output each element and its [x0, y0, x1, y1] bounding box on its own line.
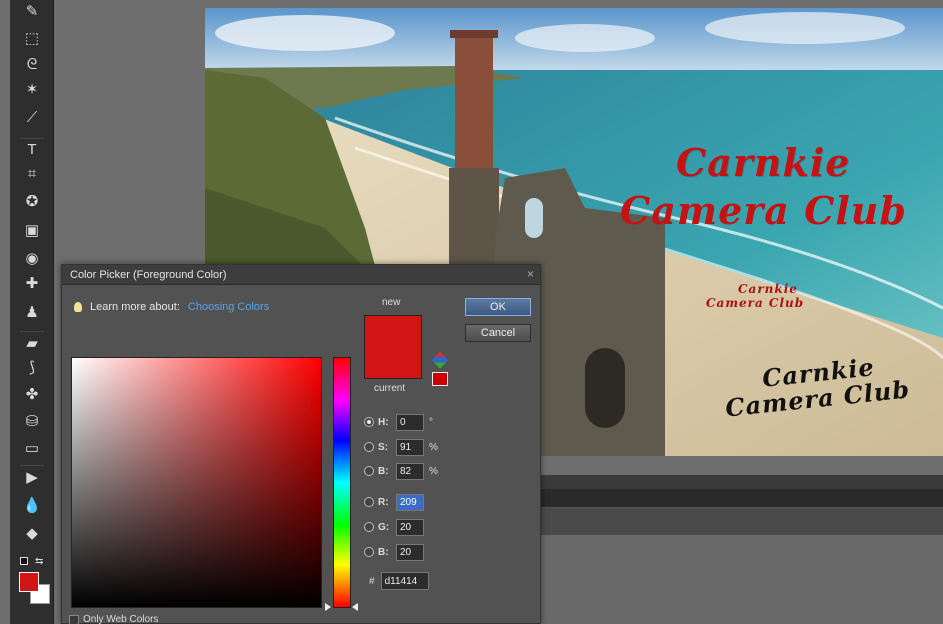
- swap-colors-icon[interactable]: ⇆: [35, 556, 43, 567]
- saturation-input[interactable]: 91: [396, 438, 424, 456]
- spot-healing-tool-icon[interactable]: ✚: [20, 272, 44, 294]
- lasso-tool-icon[interactable]: ᘓ: [20, 53, 44, 75]
- brightness-input[interactable]: 82: [396, 462, 424, 480]
- type-tool-icon[interactable]: T: [20, 138, 44, 160]
- saturation-unit: %: [429, 441, 438, 453]
- color-field-marker[interactable]: [299, 398, 310, 409]
- pencil-tool-icon[interactable]: ✎: [20, 0, 44, 22]
- blue-input[interactable]: 20: [396, 543, 424, 561]
- red-eye-tool-icon[interactable]: ◉: [20, 247, 44, 269]
- marquee-tool-icon[interactable]: ⬚: [20, 27, 44, 49]
- toolbox: ✎ ⬚ ᘓ ✶ ⟋ T ⌗ ✪ ▣ ◉ ✚ ♟ ▰ ⟆ ✤ ⛁ ▭ ▶ 💧 ◆ ⇆: [10, 0, 54, 624]
- recompose-tool-icon[interactable]: ▣: [20, 219, 44, 241]
- panel-bin-tabbar: [540, 489, 943, 507]
- saturation-brightness-field[interactable]: [71, 357, 322, 608]
- learn-more-label: Learn more about:: [90, 301, 180, 313]
- photoshop-elements-window: ✎ ⬚ ᘓ ✶ ⟋ T ⌗ ✪ ▣ ◉ ✚ ♟ ▰ ⟆ ✤ ⛁ ▭ ▶ 💧 ◆ ⇆: [0, 0, 943, 624]
- sponge-tool-icon[interactable]: ◆: [20, 522, 44, 544]
- panel-bin-content: [540, 507, 943, 535]
- eraser-tool-icon[interactable]: ▰: [20, 331, 44, 353]
- hue-slider[interactable]: [333, 357, 351, 608]
- gradient-tool-icon[interactable]: ▭: [20, 437, 44, 459]
- brightness-unit: %: [429, 465, 438, 477]
- clone-stamp-tool-icon[interactable]: ♟: [20, 301, 44, 323]
- brightness-label: B:: [378, 465, 389, 477]
- close-icon[interactable]: ×: [527, 267, 534, 281]
- green-label: G:: [378, 521, 390, 533]
- learn-more-row: Learn more about: Choosing Colors: [74, 301, 269, 313]
- green-row: G: 20: [364, 517, 424, 537]
- cancel-button[interactable]: Cancel: [465, 324, 531, 342]
- brightness-radio[interactable]: [364, 466, 374, 476]
- blur-tool-icon[interactable]: 💧: [20, 494, 44, 516]
- red-label: R:: [378, 496, 389, 508]
- hue-radio[interactable]: [364, 417, 374, 427]
- crop-tool-icon[interactable]: ⌗: [20, 162, 44, 184]
- hue-row: H: 0 °: [364, 412, 433, 432]
- hue-input[interactable]: 0: [396, 413, 424, 431]
- only-web-colors-checkbox[interactable]: [69, 614, 79, 624]
- dialog-title: Color Picker (Foreground Color): [62, 265, 540, 285]
- hex-row: # d11414: [369, 572, 429, 590]
- websafe-warning-cube-icon[interactable]: [431, 351, 449, 369]
- blue-label: B:: [378, 546, 389, 558]
- overlay-title-small-line1: Carnkie: [738, 282, 798, 296]
- hex-input[interactable]: d11414: [380, 572, 429, 590]
- choosing-colors-link[interactable]: Choosing Colors: [188, 301, 269, 313]
- default-colors-icon[interactable]: [20, 557, 28, 565]
- overlay-title-large-line1: Carnkie: [676, 140, 851, 185]
- only-web-colors-row[interactable]: Only Web Colors: [69, 614, 158, 624]
- websafe-color-swatch[interactable]: [432, 372, 448, 386]
- foreground-color-swatch[interactable]: [19, 572, 39, 592]
- panel-bin-header: [540, 475, 943, 489]
- red-input[interactable]: 209: [396, 493, 424, 511]
- red-radio[interactable]: [364, 497, 374, 507]
- blue-radio[interactable]: [364, 547, 374, 557]
- only-web-colors-label: Only Web Colors: [83, 614, 159, 624]
- blue-row: B: 20: [364, 542, 424, 562]
- quick-selection-tool-icon[interactable]: ⟋: [20, 106, 44, 128]
- magic-wand-tool-icon[interactable]: ✶: [20, 78, 44, 100]
- smart-brush-tool-icon[interactable]: ✤: [20, 383, 44, 405]
- paint-bucket-tool-icon[interactable]: ⛁: [20, 410, 44, 432]
- overlay-title-small-line2: Camera Club: [706, 296, 805, 310]
- hue-slider-right-arrow[interactable]: [352, 603, 358, 611]
- cookie-cutter-tool-icon[interactable]: ✪: [20, 190, 44, 212]
- green-radio[interactable]: [364, 522, 374, 532]
- new-color-swatch: [364, 315, 422, 379]
- color-picker-dialog: Color Picker (Foreground Color) × Learn …: [61, 264, 541, 624]
- red-row: R: 209: [364, 492, 424, 512]
- new-color-label: new: [382, 297, 401, 308]
- ok-button[interactable]: OK: [465, 298, 531, 316]
- lightbulb-icon: [74, 302, 82, 312]
- overlay-title-large-line2: Camera Club: [620, 188, 908, 233]
- brightness-row: B: 82 %: [364, 461, 438, 481]
- hex-label: #: [369, 575, 375, 587]
- hue-label: H:: [378, 416, 389, 428]
- green-input[interactable]: 20: [396, 518, 424, 536]
- hue-unit: °: [429, 416, 433, 428]
- workspace-lower: [540, 535, 943, 624]
- shape-tool-icon[interactable]: ▶: [20, 465, 44, 487]
- brush-tool-icon[interactable]: ⟆: [20, 356, 44, 378]
- saturation-label: S:: [378, 441, 388, 453]
- saturation-row: S: 91 %: [364, 437, 438, 457]
- hue-slider-left-arrow[interactable]: [325, 603, 331, 611]
- saturation-radio[interactable]: [364, 442, 374, 452]
- current-color-label: current: [374, 383, 406, 394]
